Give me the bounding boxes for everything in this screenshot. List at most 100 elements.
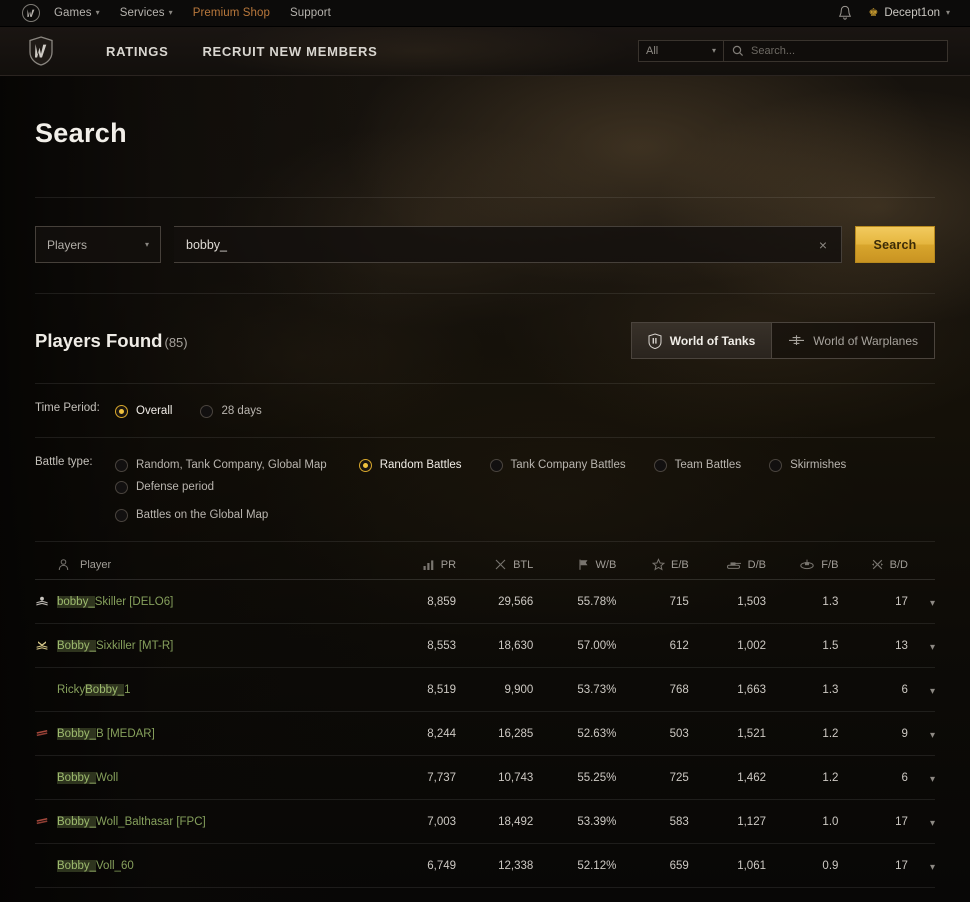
cell-expand: ▾ xyxy=(908,593,935,611)
radio-battle-type-random-battles[interactable]: Random Battles xyxy=(359,454,462,476)
tab-label: World of Tanks xyxy=(670,334,756,348)
results-header: Players Found(85) World of Tanks xyxy=(35,294,935,383)
cell-player: bobby_Skiller [DELO6] xyxy=(35,596,373,608)
radio-battle-type-tank-company-battles[interactable]: Tank Company Battles xyxy=(490,454,626,476)
player-name[interactable]: bobby_Skiller [DELO6] xyxy=(57,596,173,608)
cell-db: 1,521 xyxy=(689,728,766,740)
table-row[interactable]: Bobby_Woll7,73710,74355.25%7251,4621.26▾ xyxy=(35,756,935,800)
nav-link-ratings[interactable]: RATINGS xyxy=(106,44,168,59)
table-row[interactable]: Bobby_Sixkiller [MT-R]8,55318,63057.00%6… xyxy=(35,624,935,668)
rank-insignia-slot xyxy=(35,728,57,739)
cell-db: 1,002 xyxy=(689,640,766,652)
table-row[interactable]: bobby_go [KRT_]6,02732,40049.98%6501,198… xyxy=(35,888,935,902)
table-row[interactable]: Bobby_Woll_Balthasar [FPC]7,00318,49253.… xyxy=(35,800,935,844)
expand-row-icon[interactable]: ▾ xyxy=(930,775,935,785)
column-header-btl[interactable]: BTL xyxy=(456,558,533,571)
cell-expand: ▾ xyxy=(908,637,935,655)
topnav-item-games[interactable]: Games ▾ xyxy=(54,7,100,19)
global-search-scope-value: All xyxy=(646,45,658,57)
table-row[interactable]: bobby_Skiller [DELO6]8,85929,56655.78%71… xyxy=(35,580,935,624)
table-row[interactable]: RickyBobby_18,5199,90053.73%7681,6631.36… xyxy=(35,668,935,712)
cell-player: Bobby_B [MEDAR] xyxy=(35,728,373,740)
notification-bell-icon[interactable] xyxy=(838,5,852,21)
cell-player: Bobby_Woll_Balthasar [FPC] xyxy=(35,816,373,828)
cell-pr: 6,749 xyxy=(373,860,456,872)
player-name-match: Bobby_ xyxy=(57,816,96,828)
cell-bd: 6 xyxy=(838,772,908,784)
column-header-eb[interactable]: E/B xyxy=(616,558,688,571)
column-header-player[interactable]: Player xyxy=(35,558,373,571)
crossed-axes-icon xyxy=(871,558,884,571)
expand-row-icon[interactable]: ▾ xyxy=(930,819,935,829)
cell-bd: 17 xyxy=(838,816,908,828)
radio-time-period-overall[interactable]: Overall xyxy=(115,400,172,422)
expand-row-icon[interactable]: ▾ xyxy=(930,643,935,653)
expand-row-icon[interactable]: ▾ xyxy=(930,863,935,873)
clear-search-icon[interactable]: × xyxy=(817,238,829,252)
cell-pr: 8,553 xyxy=(373,640,456,652)
global-search-scope-select[interactable]: All ▾ xyxy=(638,40,723,62)
cell-fb: 1.3 xyxy=(766,684,838,696)
expand-row-icon[interactable]: ▾ xyxy=(930,687,935,697)
search-input[interactable] xyxy=(186,238,817,252)
global-search-field[interactable] xyxy=(723,40,948,62)
radio-battle-type-random-tank-company-global-map[interactable]: Random, Tank Company, Global Map xyxy=(115,454,327,476)
expand-row-icon[interactable]: ▾ xyxy=(930,731,935,741)
battle-type-second-row: Battles on the Global Map xyxy=(115,504,935,526)
cell-player: RickyBobby_1 xyxy=(35,684,373,696)
nav-link-recruit-new-members[interactable]: RECRUIT NEW MEMBERS xyxy=(202,44,377,59)
table-row[interactable]: Bobby_B [MEDAR]8,24416,28552.63%5031,521… xyxy=(35,712,935,756)
player-name-suffix: 1 xyxy=(124,684,130,696)
player-name[interactable]: Bobby_Sixkiller [MT-R] xyxy=(57,640,173,652)
column-header-db[interactable]: D/B xyxy=(689,558,766,571)
player-name[interactable]: Bobby_Woll xyxy=(57,772,118,784)
column-label: F/B xyxy=(821,559,838,571)
rank-insignia-slot xyxy=(35,816,57,827)
battle-type-options: Random, Tank Company, Global Map Random … xyxy=(115,454,935,526)
radio-time-period-28-days[interactable]: 28 days xyxy=(200,400,261,422)
cell-btl: 18,492 xyxy=(456,816,533,828)
player-name-match: Bobby_ xyxy=(57,772,96,784)
radio-battle-type-skirmishes[interactable]: Skirmishes xyxy=(769,454,846,476)
search-submit-button[interactable]: Search xyxy=(855,226,935,263)
player-name[interactable]: Bobby_B [MEDAR] xyxy=(57,728,155,740)
player-name-suffix: Woll xyxy=(96,772,118,784)
cell-expand: ▾ xyxy=(908,681,935,699)
cell-pr: 8,519 xyxy=(373,684,456,696)
wargaming-logo-icon[interactable] xyxy=(22,4,40,22)
top-bar-right: ♚ Decept1on ▾ xyxy=(838,5,950,21)
radio-battle-type-defense-period[interactable]: Defense period xyxy=(115,476,214,498)
radio-battle-type-battles-on-the-global-map[interactable]: Battles on the Global Map xyxy=(115,504,268,526)
cell-btl: 12,338 xyxy=(456,860,533,872)
expand-row-icon[interactable]: ▾ xyxy=(930,599,935,609)
global-search-input[interactable] xyxy=(751,45,939,57)
topnav-item-premium-shop[interactable]: Premium Shop xyxy=(193,7,270,19)
search-query-wrapper: × xyxy=(174,226,842,263)
player-name[interactable]: Bobby_Woll_Balthasar [FPC] xyxy=(57,816,206,828)
topnav-item-services[interactable]: Services ▾ xyxy=(120,7,173,19)
player-name-suffix: Voll_60 xyxy=(96,860,134,872)
top-utility-bar: Games ▾ Services ▾ Premium Shop Support … xyxy=(0,0,970,27)
cell-btl: 18,630 xyxy=(456,640,533,652)
tab-world-of-warplanes[interactable]: World of Warplanes xyxy=(771,323,934,358)
radio-indicator xyxy=(654,459,667,472)
search-category-select[interactable]: Players ▾ xyxy=(35,226,161,263)
game-tabs: World of Tanks World of Warplanes xyxy=(631,322,935,359)
table-row[interactable]: Bobby_Voll_606,74912,33852.12%6591,0610.… xyxy=(35,844,935,888)
radio-battle-type-team-battles[interactable]: Team Battles xyxy=(654,454,741,476)
wot-shield-logo-icon[interactable] xyxy=(28,36,54,66)
player-name[interactable]: Bobby_Voll_60 xyxy=(57,860,134,872)
radio-label: 28 days xyxy=(221,405,261,417)
column-header-pr[interactable]: PR xyxy=(373,558,456,571)
player-name[interactable]: RickyBobby_1 xyxy=(57,684,131,696)
column-header-wb[interactable]: W/B xyxy=(533,558,616,571)
column-header-fb[interactable]: F/B xyxy=(766,558,838,571)
column-header-bd[interactable]: B/D xyxy=(838,558,908,571)
search-category-value: Players xyxy=(47,238,87,252)
topnav-item-support[interactable]: Support xyxy=(290,7,331,19)
player-name-prefix: Ricky xyxy=(57,684,85,696)
rank-insignia-icon xyxy=(35,816,49,827)
user-account-menu[interactable]: ♚ Decept1on ▾ xyxy=(868,7,950,19)
tab-world-of-tanks[interactable]: World of Tanks xyxy=(632,323,772,358)
cell-eb: 768 xyxy=(616,684,688,696)
